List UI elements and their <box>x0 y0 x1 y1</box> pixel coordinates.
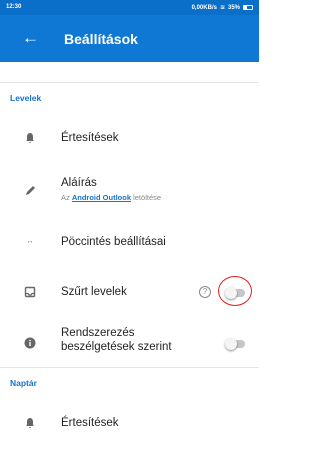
app-bar: ← Beállítások <box>0 15 259 62</box>
settings-row-notifications[interactable]: Értesítések <box>0 118 259 158</box>
section-header-mail: Levelek <box>10 93 42 103</box>
row-label: Értesítések <box>61 132 119 144</box>
threads-toggle[interactable] <box>225 338 245 350</box>
row-label: Pöccintés beállításai <box>61 236 166 248</box>
bell-icon <box>24 417 36 429</box>
status-indicators: 0,00KB/s ≋ 35% <box>192 4 253 11</box>
wifi-icon: ≋ <box>219 5 225 11</box>
bell-icon <box>24 132 36 144</box>
settings-row-swipe[interactable]: ↔ Pöccintés beállításai <box>0 222 259 262</box>
page-title: Beállítások <box>64 31 138 47</box>
section-header-calendar: Naptár <box>10 378 37 388</box>
battery-percent: 35% <box>227 4 240 11</box>
swipe-icon: ↔ <box>26 238 34 245</box>
row-sublabel: Az Android Outlook letöltése <box>61 193 161 202</box>
battery-icon <box>243 5 253 10</box>
highlight-circle <box>218 276 252 306</box>
row-label: Értesítések <box>61 417 119 429</box>
info-icon <box>24 337 36 349</box>
android-outlook-link[interactable]: Android Outlook <box>72 193 131 202</box>
network-speed: 0,00KB/s <box>191 4 217 11</box>
toggle-knob <box>225 338 237 350</box>
divider <box>0 82 259 83</box>
settings-row-signature[interactable]: Aláírás Az Android Outlook letöltése <box>0 170 259 214</box>
row-label: Aláírás <box>61 177 97 189</box>
inbox-icon <box>24 286 36 298</box>
settings-row-calendar-notifications[interactable]: Értesítések <box>0 404 259 444</box>
row-label: Szűrt levelek <box>61 286 127 298</box>
back-arrow-icon[interactable]: ← <box>22 28 39 48</box>
status-time: 12:30 <box>6 4 22 10</box>
sublabel-prefix: Az <box>61 193 72 202</box>
row-label-line2: beszélgetések szerint <box>61 341 172 353</box>
help-icon[interactable]: ? <box>199 286 211 298</box>
status-bar: 12:30 0,00KB/s ≋ 35% <box>0 0 259 15</box>
pen-icon <box>24 184 36 196</box>
divider <box>0 367 259 368</box>
sublabel-suffix: letöltése <box>131 193 162 202</box>
settings-row-threads[interactable]: Rendszerezés beszélgetések szerint <box>0 324 259 364</box>
row-label-line1: Rendszerezés <box>61 327 135 339</box>
